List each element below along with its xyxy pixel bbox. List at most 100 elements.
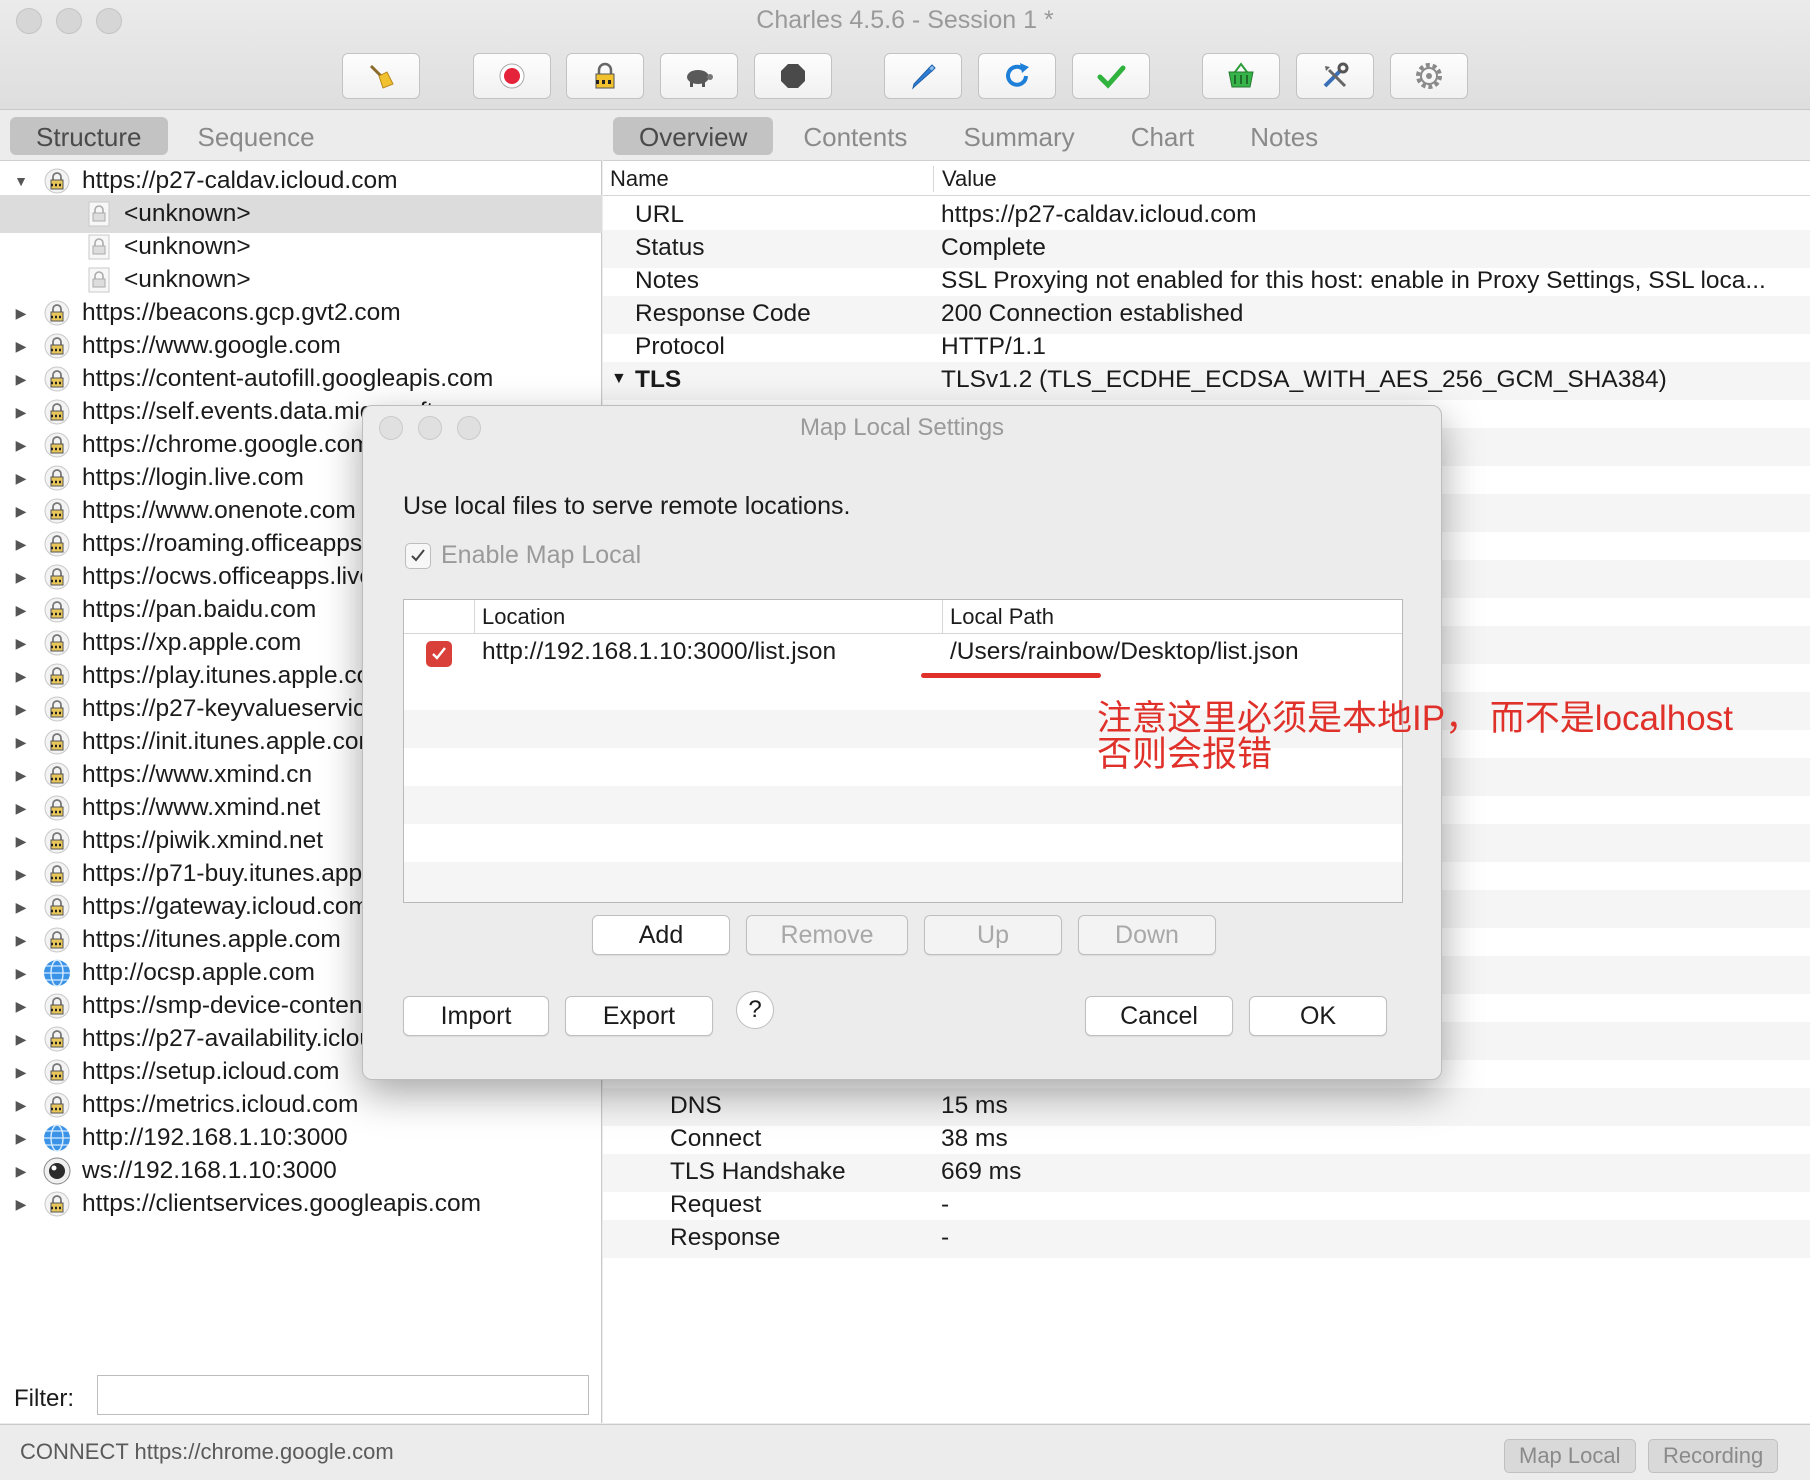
disclosure-collapsed-icon[interactable]: ▶ <box>12 1130 30 1147</box>
add-button[interactable]: Add <box>592 915 730 955</box>
column-header-location[interactable]: Location <box>482 604 565 630</box>
disclosure-collapsed-icon[interactable]: ▶ <box>12 899 30 916</box>
cancel-button[interactable]: Cancel <box>1085 996 1233 1036</box>
recording-indicator[interactable]: Recording <box>1648 1439 1779 1473</box>
disclosure-collapsed-icon[interactable]: ▶ <box>12 833 30 850</box>
column-header-value[interactable]: Value <box>933 166 997 192</box>
detail-name: Notes <box>635 267 700 294</box>
disclosure-collapsed-icon[interactable]: ▶ <box>12 305 30 322</box>
disclosure-collapsed-icon[interactable]: ▶ <box>12 998 30 1015</box>
tree-row-label: https://itunes.apple.com <box>82 926 341 953</box>
checkmark-icon <box>1097 65 1126 89</box>
settings-button[interactable] <box>1390 53 1468 99</box>
tab-overview[interactable]: Overview <box>613 116 774 155</box>
record-button[interactable] <box>473 53 551 99</box>
tree-row-label: https://chrome.google.com <box>82 431 371 458</box>
disclosure-expanded-icon[interactable]: ▼ <box>12 173 30 189</box>
disclosure-collapsed-icon[interactable]: ▶ <box>12 1031 30 1048</box>
tree-row-label: <unknown> <box>124 233 251 260</box>
tab-contents[interactable]: Contents <box>777 117 933 155</box>
lock-icon <box>42 1057 72 1087</box>
lock-icon <box>42 892 72 922</box>
empty-row <box>404 862 1402 902</box>
filter-input[interactable] <box>97 1375 589 1415</box>
export-button[interactable]: Export <box>565 996 713 1036</box>
detail-row[interactable]: Response - <box>603 1220 1810 1258</box>
disclosure-collapsed-icon[interactable]: ▶ <box>12 338 30 355</box>
lock-icon <box>42 496 72 526</box>
globe-icon <box>42 1123 72 1153</box>
ok-button[interactable]: OK <box>1249 996 1387 1036</box>
tab-structure[interactable]: Structure <box>10 116 168 155</box>
down-button[interactable]: Down <box>1078 915 1216 955</box>
breakpoints-button[interactable] <box>754 53 832 99</box>
detail-value: TLSv1.2 (TLS_ECDHE_ECDSA_WITH_AES_256_GC… <box>941 366 1667 393</box>
import-button[interactable]: Import <box>403 996 549 1036</box>
tools-button[interactable] <box>1296 53 1374 99</box>
map-local-indicator[interactable]: Map Local <box>1504 1439 1636 1473</box>
lock-icon <box>42 793 72 823</box>
disclosure-collapsed-icon[interactable]: ▶ <box>12 866 30 883</box>
disclosure-expanded-icon[interactable]: ▼ <box>611 370 627 388</box>
shopping-basket-button[interactable] <box>1202 53 1280 99</box>
lock-icon <box>595 62 615 89</box>
disclosure-collapsed-icon[interactable]: ▶ <box>12 701 30 718</box>
disclosure-collapsed-icon[interactable]: ▶ <box>12 1163 30 1180</box>
validate-button[interactable] <box>1072 53 1150 99</box>
disclosure-collapsed-icon[interactable]: ▶ <box>12 635 30 652</box>
throttling-button[interactable] <box>660 53 738 99</box>
lock-icon <box>42 364 72 394</box>
disclosure-collapsed-icon[interactable]: ▶ <box>12 965 30 982</box>
column-header-name[interactable]: Name <box>610 166 669 192</box>
up-button[interactable]: Up <box>924 915 1062 955</box>
mapping-row[interactable]: http://192.168.1.10:3000/list.json /User… <box>404 634 1402 672</box>
mapping-local-path: /Users/rainbow/Desktop/list.json <box>950 638 1299 665</box>
compose-button[interactable] <box>884 53 962 99</box>
enable-map-local-label[interactable]: Enable Map Local <box>441 541 641 570</box>
disclosure-collapsed-icon[interactable]: ▶ <box>12 932 30 949</box>
disclosure-collapsed-icon[interactable]: ▶ <box>12 1196 30 1213</box>
annotation-underline <box>921 673 1101 678</box>
lock-icon <box>42 826 72 856</box>
disclosure-collapsed-icon[interactable]: ▶ <box>12 668 30 685</box>
repeat-button[interactable] <box>978 53 1056 99</box>
clear-session-button[interactable] <box>342 53 420 99</box>
status-bar: CONNECT https://chrome.google.com Map Lo… <box>0 1424 1810 1480</box>
gear-icon <box>1416 63 1442 89</box>
disclosure-collapsed-icon[interactable]: ▶ <box>12 470 30 487</box>
remove-button[interactable]: Remove <box>746 915 908 955</box>
tree-host-row[interactable]: ▶ https://clientservices.googleapis.com <box>0 1185 602 1223</box>
tree-row-label: https://login.live.com <box>82 464 304 491</box>
disclosure-collapsed-icon[interactable]: ▶ <box>12 503 30 520</box>
disclosure-collapsed-icon[interactable]: ▶ <box>12 437 30 454</box>
detail-value: HTTP/1.1 <box>941 333 1046 360</box>
empty-row <box>404 786 1402 824</box>
disclosure-collapsed-icon[interactable]: ▶ <box>12 404 30 421</box>
help-button[interactable]: ? <box>736 991 774 1029</box>
tab-sequence[interactable]: Sequence <box>172 117 341 155</box>
tree-row-label: https://pan.baidu.com <box>82 596 317 623</box>
mapping-enabled-checkbox[interactable] <box>426 641 452 667</box>
disclosure-collapsed-icon[interactable]: ▶ <box>12 734 30 751</box>
disclosure-collapsed-icon[interactable]: ▶ <box>12 569 30 586</box>
tab-summary[interactable]: Summary <box>937 117 1100 155</box>
ssl-proxying-button[interactable] <box>566 53 644 99</box>
tab-notes[interactable]: Notes <box>1224 117 1344 155</box>
lock-icon <box>42 397 72 427</box>
tree-row-label: https://init.itunes.apple.com <box>82 728 379 755</box>
left-tab-bar: Structure Sequence <box>0 111 602 161</box>
disclosure-collapsed-icon[interactable]: ▶ <box>12 602 30 619</box>
enable-map-local-checkbox[interactable] <box>405 543 431 569</box>
tab-chart[interactable]: Chart <box>1105 117 1221 155</box>
disclosure-collapsed-icon[interactable]: ▶ <box>12 536 30 553</box>
detail-value: SSL Proxying not enabled for this host: … <box>941 267 1766 294</box>
disclosure-collapsed-icon[interactable]: ▶ <box>12 800 30 817</box>
disclosure-collapsed-icon[interactable]: ▶ <box>12 371 30 388</box>
lock-icon <box>42 1189 72 1219</box>
disclosure-collapsed-icon[interactable]: ▶ <box>12 1064 30 1081</box>
map-local-dialog: Map Local Settings Use local files to se… <box>362 405 1733 1080</box>
disclosure-collapsed-icon[interactable]: ▶ <box>12 1097 30 1114</box>
column-header-local-path[interactable]: Local Path <box>950 604 1054 630</box>
disclosure-collapsed-icon[interactable]: ▶ <box>12 767 30 784</box>
detail-name: URL <box>635 201 685 228</box>
